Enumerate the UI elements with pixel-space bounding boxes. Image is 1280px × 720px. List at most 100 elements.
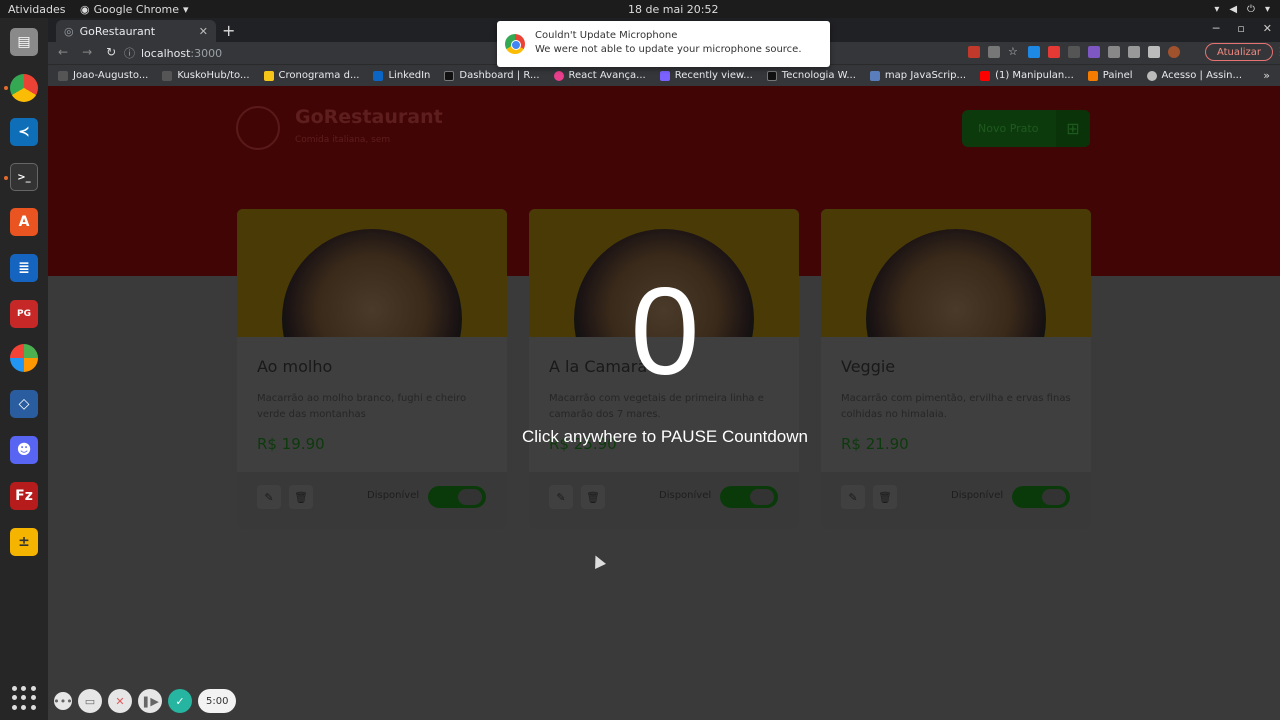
pause-icon[interactable]: ❚▶ [138,689,162,713]
trash-icon[interactable]: 🗑 [873,485,897,509]
bookmark-icon [1146,70,1157,81]
bookmark-item[interactable]: map JavaScrip... [869,70,966,81]
bookmark-item[interactable]: Tecnologia W... [766,70,856,81]
extension-icon[interactable] [1088,46,1100,58]
more-bookmarks-icon[interactable]: » [1263,69,1270,82]
new-dish-label: Novo Prato [978,122,1039,135]
webcam-icon[interactable]: ▭ [78,689,102,713]
extension-icon[interactable] [1028,46,1040,58]
bookmark-item[interactable]: (1) Manipulan... [980,70,1074,81]
dish-plate [282,229,462,337]
countdown-hint[interactable]: Click anywhere to PAUSE Countdown [440,427,890,447]
remote-desktop-icon[interactable]: ◇ [10,390,38,418]
bookmark-item[interactable]: React Avança... [553,70,646,81]
extensions-bar: ☆ [968,46,1180,58]
availability-label: Disponível [367,490,420,501]
postman-icon[interactable]: PG [10,300,38,328]
edit-icon[interactable]: ✎ [549,485,573,509]
address-bar[interactable]: ⓘ localhost:3000 [124,45,222,61]
tab-gorestaurant[interactable]: ◎ GoRestaurant ✕ [56,20,216,42]
vscode-icon[interactable]: ≺ [10,118,38,146]
extension-icon[interactable] [1048,46,1060,58]
bookmark-item[interactable]: Acesso | Assin... [1146,70,1242,81]
bookmark-item[interactable]: Painel [1087,70,1133,81]
bookmarks-bar: Joao-Augusto... KuskoHub/to... Cronogram… [48,64,1280,86]
bookmark-icon [58,70,68,81]
bookmark-item[interactable]: KuskoHub/to... [162,70,250,81]
running-indicator [4,176,8,180]
terminal-icon[interactable]: >_ [10,163,38,191]
chrome-icon[interactable] [10,74,38,102]
camera-blocked-icon[interactable] [968,46,980,58]
page-content: GoRestaurant Comida italiana, sem Novo P… [48,86,1280,720]
countdown-number[interactable]: 0 [560,270,770,394]
dish-price: R$ 19.90 [257,435,325,453]
close-window-icon[interactable]: ✕ [1263,22,1272,35]
cancel-recording-icon[interactable]: ✕ [108,689,132,713]
finish-recording-icon[interactable]: ✓ [168,689,192,713]
edit-icon[interactable]: ✎ [841,485,865,509]
more-options-icon[interactable]: ••• [53,692,73,710]
url-host: localhost [141,46,191,60]
bookmark-icon [659,70,670,81]
minimize-icon[interactable]: ─ [1213,22,1220,35]
extension-icon[interactable] [1108,46,1120,58]
puzzle-icon[interactable] [1128,46,1140,58]
close-tab-icon[interactable]: ✕ [199,25,208,38]
edit-icon[interactable]: ✎ [257,485,281,509]
availability-toggle[interactable] [428,486,486,508]
dish-description: Macarrão ao molho branco, fughi e cheiro… [257,393,467,420]
star-icon[interactable]: ☆ [1008,46,1020,58]
bookmark-item[interactable]: Dashboard | R... [444,70,540,81]
app-menu[interactable]: ◉ Google Chrome ▾ [80,3,189,16]
writer-icon[interactable]: ≣ [10,254,38,282]
filezilla-icon[interactable]: Fz [10,482,38,510]
system-clock[interactable]: 18 de mai 20:52 [628,3,718,16]
dish-card: Veggie Macarrão com pimentão, ervilha e … [821,209,1091,529]
recording-timer: 5:00 [198,689,237,713]
gitkraken-icon[interactable] [10,344,38,372]
brand-title: GoRestaurant [295,106,443,128]
avatar[interactable] [1168,46,1180,58]
forward-icon[interactable]: → [82,45,92,59]
notification-message: We were not able to update your micropho… [535,44,802,55]
activities-button[interactable]: Atividades [8,3,65,16]
show-applications-icon[interactable] [12,686,36,710]
bookmark-item[interactable]: LinkedIn [373,70,430,81]
running-indicator [4,86,8,90]
update-button[interactable]: Atualizar [1205,43,1273,61]
new-tab-button[interactable]: + [222,21,235,40]
power-icon: ⏻ [1247,3,1255,15]
translate-icon[interactable] [988,46,1000,58]
discord-icon[interactable]: ☻ [10,436,38,464]
trash-icon[interactable]: 🗑 [289,485,313,509]
system-tray[interactable]: ▾ ◀ ⏻ ▾ [1214,4,1270,15]
dock: ▤ ≺ >_ A ≣ PG ◇ ☻ Fz ± [0,18,48,720]
extension-icon[interactable] [1068,46,1080,58]
availability-toggle[interactable] [720,486,778,508]
bookmark-label: Dashboard | R... [459,70,540,81]
availability-toggle[interactable] [1012,486,1070,508]
chrome-small-icon: ◉ [80,2,90,16]
back-icon[interactable]: ← [58,45,68,59]
reload-icon[interactable]: ↻ [106,45,116,59]
bookmark-label: (1) Manipulan... [995,70,1074,81]
dish-name: Ao molho [257,357,333,376]
new-dish-button[interactable]: Novo Prato ⊞ [962,110,1090,147]
trash-icon[interactable]: 🗑 [581,485,605,509]
bookmark-item[interactable]: Cronograma d... [263,70,359,81]
bookmark-item[interactable]: Recently view... [659,70,753,81]
files-icon[interactable]: ▤ [10,28,38,56]
bookmark-label: Recently view... [674,70,753,81]
software-center-icon[interactable]: A [10,208,38,236]
bookmark-icon [373,70,384,81]
menu-icon[interactable]: ⋮ [1275,45,1280,58]
maximize-icon[interactable]: ▫ [1237,22,1244,35]
app-menu-label: Google Chrome [93,2,180,16]
system-top-bar: Atividades ◉ Google Chrome ▾ 18 de mai 2… [0,0,1280,18]
info-icon[interactable]: ⓘ [124,45,135,61]
extension-icon[interactable] [1148,46,1160,58]
calculator-icon[interactable]: ± [10,528,38,556]
bookmark-item[interactable]: Joao-Augusto... [58,70,148,81]
microphone-notification[interactable]: Couldn't Update Microphone We were not a… [497,21,830,67]
